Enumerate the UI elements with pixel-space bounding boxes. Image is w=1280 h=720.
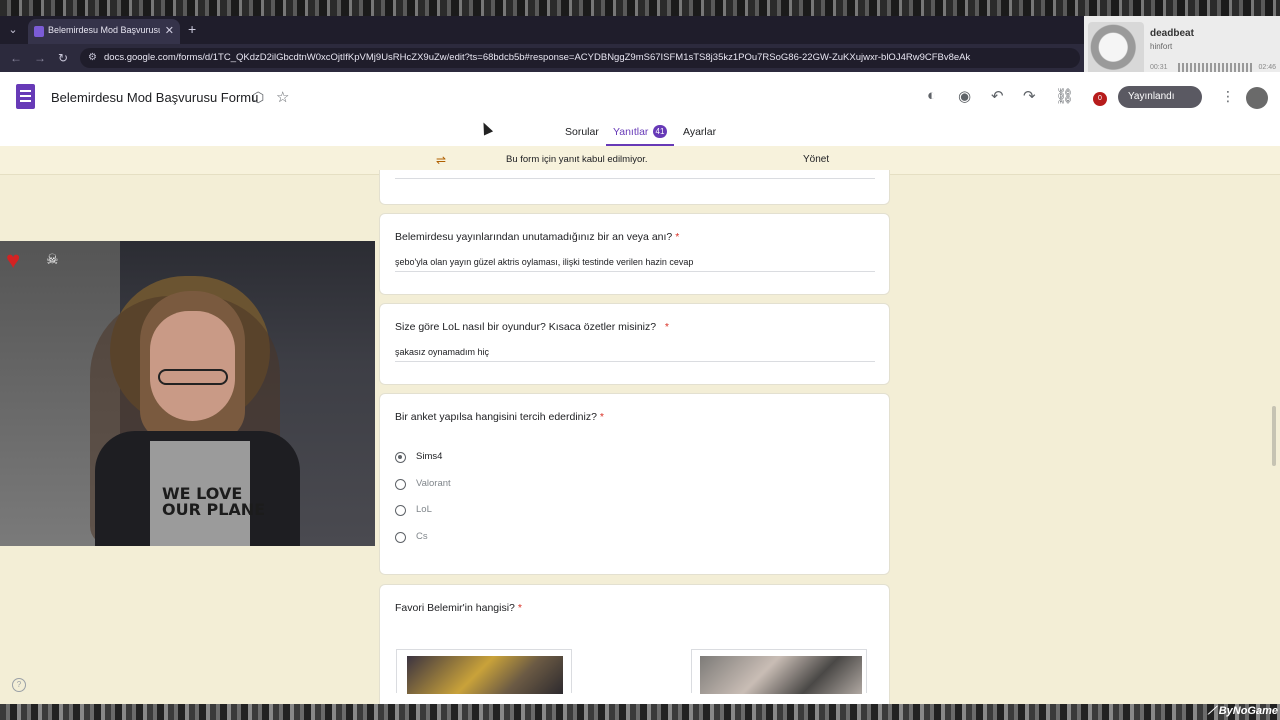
- redo-icon[interactable]: ↷: [1023, 87, 1036, 105]
- radio-button: [395, 505, 406, 516]
- audio-waveform: [1178, 63, 1254, 72]
- required-asterisk: *: [675, 231, 680, 243]
- tab-responses[interactable]: Yanıtlar: [613, 126, 648, 138]
- webcam-overlay: WE LOVE OUR PLANE ♥ ☠: [0, 241, 375, 546]
- forward-arrow-icon[interactable]: →: [34, 51, 46, 65]
- radio-option-label: LoL: [416, 504, 432, 515]
- user-avatar[interactable]: [1246, 87, 1268, 109]
- published-button[interactable]: Yayınlandı: [1118, 86, 1202, 108]
- url-field[interactable]: ⚙ docs.google.com/forms/d/1TC_QKdzD2ilGb…: [80, 48, 1080, 68]
- more-options-icon[interactable]: ⋮: [1221, 88, 1235, 105]
- radio-button-selected: [395, 452, 406, 463]
- shirt-print: WE LOVE OUR PLANE: [162, 486, 265, 518]
- response-count-badge: 41: [653, 125, 667, 138]
- tab-settings[interactable]: Ayarlar: [683, 126, 716, 138]
- url-text: docs.google.com/forms/d/1TC_QKdzD2ilGbcd…: [104, 52, 971, 63]
- shirt-print-line: OUR PLANE: [162, 500, 266, 519]
- question-title: Favori Belemir'in hangisi? *: [395, 602, 522, 614]
- watermark: ⟋ ByNoGame: [1207, 705, 1278, 717]
- option-image: [700, 656, 862, 694]
- question-text: Favori Belemir'in hangisi?: [395, 602, 515, 614]
- track-artist: hinfort: [1150, 42, 1173, 51]
- skull-icon: ☠: [46, 251, 59, 267]
- question-card: Bir anket yapılsa hangisini tercih ederd…: [379, 393, 890, 575]
- question-text: Size göre LoL nasıl bir oyundur? Kısaca …: [395, 321, 657, 333]
- link-icon[interactable]: ⛓: [1055, 87, 1074, 105]
- required-asterisk: *: [599, 411, 604, 423]
- watermark-text: ByNoGame: [1218, 705, 1278, 717]
- form-tabs: Sorular Yanıtlar 41 Ayarlar: [0, 124, 1280, 146]
- webcam-glasses: [158, 369, 228, 385]
- question-card: Size göre LoL nasıl bir oyundur? Kısaca …: [379, 303, 890, 385]
- question-text: Belemirdesu yayınlarından unutamadığınız…: [395, 231, 673, 243]
- google-forms-logo-icon[interactable]: [16, 84, 35, 109]
- required-asterisk: *: [664, 321, 669, 333]
- close-tab-icon[interactable]: ✕: [165, 24, 174, 37]
- question-text: Bir anket yapılsa hangisini tercih ederd…: [395, 411, 597, 423]
- site-info-icon[interactable]: ⚙: [88, 52, 97, 63]
- time-elapsed: 00:31: [1150, 64, 1168, 71]
- question-card: Favori Belemir'in hangisi? *: [379, 584, 890, 704]
- heart-icon: ♥: [6, 247, 21, 274]
- forms-header: Belemirdesu Mod Başvurusu Formu ⬡ ☆ ◐ ◉ …: [0, 72, 1280, 147]
- question-title: Bir anket yapılsa hangisini tercih ederd…: [395, 411, 604, 423]
- browser-tab[interactable]: Belemirdesu Mod Başvurusu Fo ✕: [28, 19, 180, 44]
- radio-button: [395, 479, 406, 490]
- document-title[interactable]: Belemirdesu Mod Başvurusu Formu: [51, 90, 258, 105]
- page-scrollbar[interactable]: [1272, 406, 1276, 466]
- tab-questions[interactable]: Sorular: [565, 126, 599, 138]
- text-answer: şakasız oynamadım hiç: [395, 347, 875, 362]
- image-option: [396, 649, 572, 694]
- help-icon[interactable]: ?: [12, 678, 26, 692]
- question-title: Size göre LoL nasıl bir oyundur? Kısaca …: [395, 321, 669, 333]
- radio-option-label: Valorant: [416, 478, 451, 489]
- text-answer: şebo'yla olan yayın güzel aktris oylamas…: [395, 257, 875, 272]
- question-card: Belemirdesu yayınlarından unutamadığınız…: [379, 213, 890, 295]
- manage-button[interactable]: Yönet: [803, 154, 829, 165]
- google-forms-favicon-icon: [34, 26, 44, 37]
- undo-icon[interactable]: ↶: [991, 87, 1004, 105]
- tab-list-chevron-icon[interactable]: ⌄: [4, 21, 22, 39]
- radio-option-label: Cs: [416, 531, 428, 542]
- preview-eye-icon[interactable]: ◉: [958, 87, 971, 105]
- banner-message: Bu form için yanıt kabul edilmiyor.: [506, 154, 648, 165]
- notification-badge[interactable]: 0: [1093, 92, 1107, 106]
- question-title: Belemirdesu yayınlarından unutamadığınız…: [395, 231, 679, 243]
- required-asterisk: *: [517, 602, 522, 614]
- responses-off-icon: ⇌: [436, 153, 447, 167]
- radio-option-label: Sims4: [416, 451, 443, 462]
- album-art: [1088, 22, 1144, 78]
- webcam-face: [150, 311, 235, 421]
- new-tab-plus-icon[interactable]: +: [188, 21, 196, 37]
- back-arrow-icon[interactable]: ←: [10, 51, 22, 65]
- browser-tab-title: Belemirdesu Mod Başvurusu Fo: [48, 25, 160, 35]
- previous-answer-underline: [395, 172, 875, 179]
- stream-overlay-bottom: [0, 704, 1280, 720]
- star-icon[interactable]: ☆: [276, 88, 289, 106]
- option-image: [407, 656, 563, 694]
- track-title: deadbeat: [1150, 28, 1194, 39]
- palette-icon[interactable]: ◐: [927, 87, 936, 104]
- stream-overlay-top: [0, 0, 1280, 16]
- previous-question-card: [379, 170, 890, 205]
- radio-button: [395, 532, 406, 543]
- time-total: 02:46: [1258, 64, 1276, 71]
- move-to-folder-icon[interactable]: ⬡: [252, 89, 264, 106]
- image-option: [691, 649, 867, 694]
- reload-icon[interactable]: ↻: [58, 51, 68, 65]
